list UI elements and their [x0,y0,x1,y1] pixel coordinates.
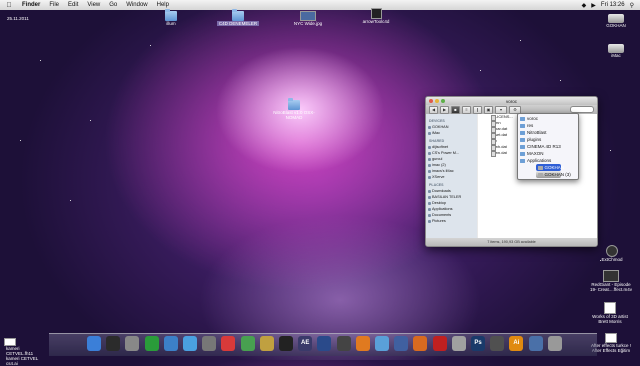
path-menu-item[interactable]: voroc [518,115,578,122]
path-menu-item[interactable]: MAXON [518,150,578,157]
menubar-clock[interactable]: Fri 13:26 [601,2,625,8]
video-file-icon [603,270,619,282]
path-menu-item[interactable]: GOKHAN (3) [535,171,571,178]
sidebar-item[interactable]: iMac [426,130,477,136]
dock-app-f-icon[interactable] [451,336,466,351]
dock-cinema4d-icon[interactable] [317,336,332,351]
finder-sidebar: DEVICES GOKHAN iMac SHARED dijisoftnet C… [426,114,477,238]
document-icon [605,333,617,343]
list-view-button[interactable]: ≡ [462,105,471,114]
dock-after-effects-icon[interactable]: AE [298,336,313,351]
folder-icon [165,9,177,21]
desktop-file-nyc[interactable]: NYC Wide.jpg [288,11,328,26]
sidebar-item[interactable]: Pictures [426,218,477,224]
desktop-drive-imac[interactable]: iMac [598,44,634,58]
column-view-button[interactable]: ∥ [473,105,482,114]
apple-menu-icon[interactable]:  [5,2,13,9]
sidebar-head-devices: DEVICES [429,119,445,123]
desktop-kameri-files[interactable]: kameri CETVEL.fh11 kameri CETVEL cs4.ai [4,338,48,366]
menu-window[interactable]: Window [126,2,147,8]
icon-view-button[interactable]: ■ [451,105,460,114]
dock-sysprefs-icon[interactable] [125,336,140,351]
desktop-date-label: 25.11.2011 [7,16,29,21]
dock-dashboard-icon[interactable] [106,336,121,351]
menu-go[interactable]: Go [109,2,117,8]
dock-app-d-icon[interactable] [336,336,351,351]
folder-icon [288,98,300,110]
desktop-works-3d[interactable]: Works of 3D artist Brett Morris [588,302,632,324]
menu-finder[interactable]: Finder [22,2,40,8]
desktop-extchmod[interactable]: ExtChmod [592,245,632,262]
coverflow-view-button[interactable]: ▣ [484,105,493,114]
dock-app-c-icon[interactable] [279,336,293,351]
desktop-drive-gokhan[interactable]: GOKHAN [598,14,634,28]
finder-status-bar: 7 items, 190,93 GB available [426,238,597,246]
sidebar-head-shared: SHARED [429,139,445,143]
dock-downloads-stack-icon[interactable] [528,336,543,351]
path-menu-item[interactable]: plugins [518,136,578,143]
dock-bin-icon[interactable] [202,336,217,351]
document-icon [4,338,16,346]
menu-bar:  Finder File Edit View Go Window Help ◆… [0,0,640,10]
sidebar-head-places: PLACES [429,183,444,187]
spotlight-icon[interactable]: ⚲ [630,2,634,9]
document-icon [370,8,382,19]
dock-preview-icon[interactable] [375,336,389,351]
desktop-file-arrowtool[interactable]: arrowToolc4d [357,8,395,24]
menu-view[interactable]: View [87,2,100,8]
wifi-icon[interactable]: ◆ [582,2,587,9]
dock-app-b-icon[interactable] [259,336,274,351]
dock-calendar-icon[interactable] [221,336,236,351]
dock-mail-icon[interactable] [163,336,178,351]
folder-icon [232,9,244,21]
dock-app-e-icon[interactable] [394,336,409,351]
path-menu-item[interactable]: NitroBlast [518,129,578,136]
desktop-folder-nitroblast[interactable]: NitroBlast v1.0 OSX-NOMAD [268,98,320,120]
hard-drive-icon [608,44,624,53]
finder-title: voroc [505,98,517,104]
dock: AE Ps Ai [49,333,597,356]
dock-acrobat-icon[interactable] [432,336,447,351]
dock-finder-icon[interactable] [87,336,101,351]
desktop-redgiant[interactable]: RedGiant - Episode 19- Creat....ffect.m4… [586,270,636,292]
dock-itunes-icon[interactable] [144,336,159,351]
dock-firefox-icon[interactable] [413,336,428,351]
menu-file[interactable]: File [49,2,59,8]
forward-button[interactable]: ▶ [440,105,449,114]
dock-trash-icon[interactable] [547,336,562,351]
path-popup-menu: voroc res NitroBlast plugins CINEMA 4D R… [517,113,579,180]
finder-titlebar[interactable]: voroc [426,97,597,105]
path-menu-item[interactable]: Applications [518,157,578,164]
search-input[interactable] [570,106,594,113]
path-popup-button[interactable]: ▾ [495,105,507,114]
menu-edit[interactable]: Edit [68,2,78,8]
dock-safari-icon[interactable] [183,336,197,351]
dock-illustrator-icon[interactable]: Ai [509,336,524,351]
dock-vlc-icon[interactable] [355,336,370,351]
menu-help[interactable]: Help [157,2,169,8]
image-file-icon [300,11,316,21]
hard-drive-icon [608,14,624,23]
dock-app-a-icon[interactable] [240,336,255,351]
path-menu-item[interactable]: res [518,122,578,129]
sidebar-item[interactable]: XServe [426,174,477,180]
desktop-folder-illum[interactable]: illum [156,9,186,26]
desktop-folder-c4d[interactable]: C4D DENEMELER [215,9,261,26]
back-button[interactable]: ◀ [429,105,438,114]
path-menu-item-selected[interactable]: GOKHAN [535,164,564,171]
dock-app-g-icon[interactable] [490,336,505,351]
document-icon [604,302,616,314]
app-icon [606,245,618,257]
volume-icon[interactable]: ▶ [591,2,596,9]
dock-photoshop-icon[interactable]: Ps [471,336,485,351]
path-menu-item[interactable]: CINEMA 4D R13 [518,143,578,150]
